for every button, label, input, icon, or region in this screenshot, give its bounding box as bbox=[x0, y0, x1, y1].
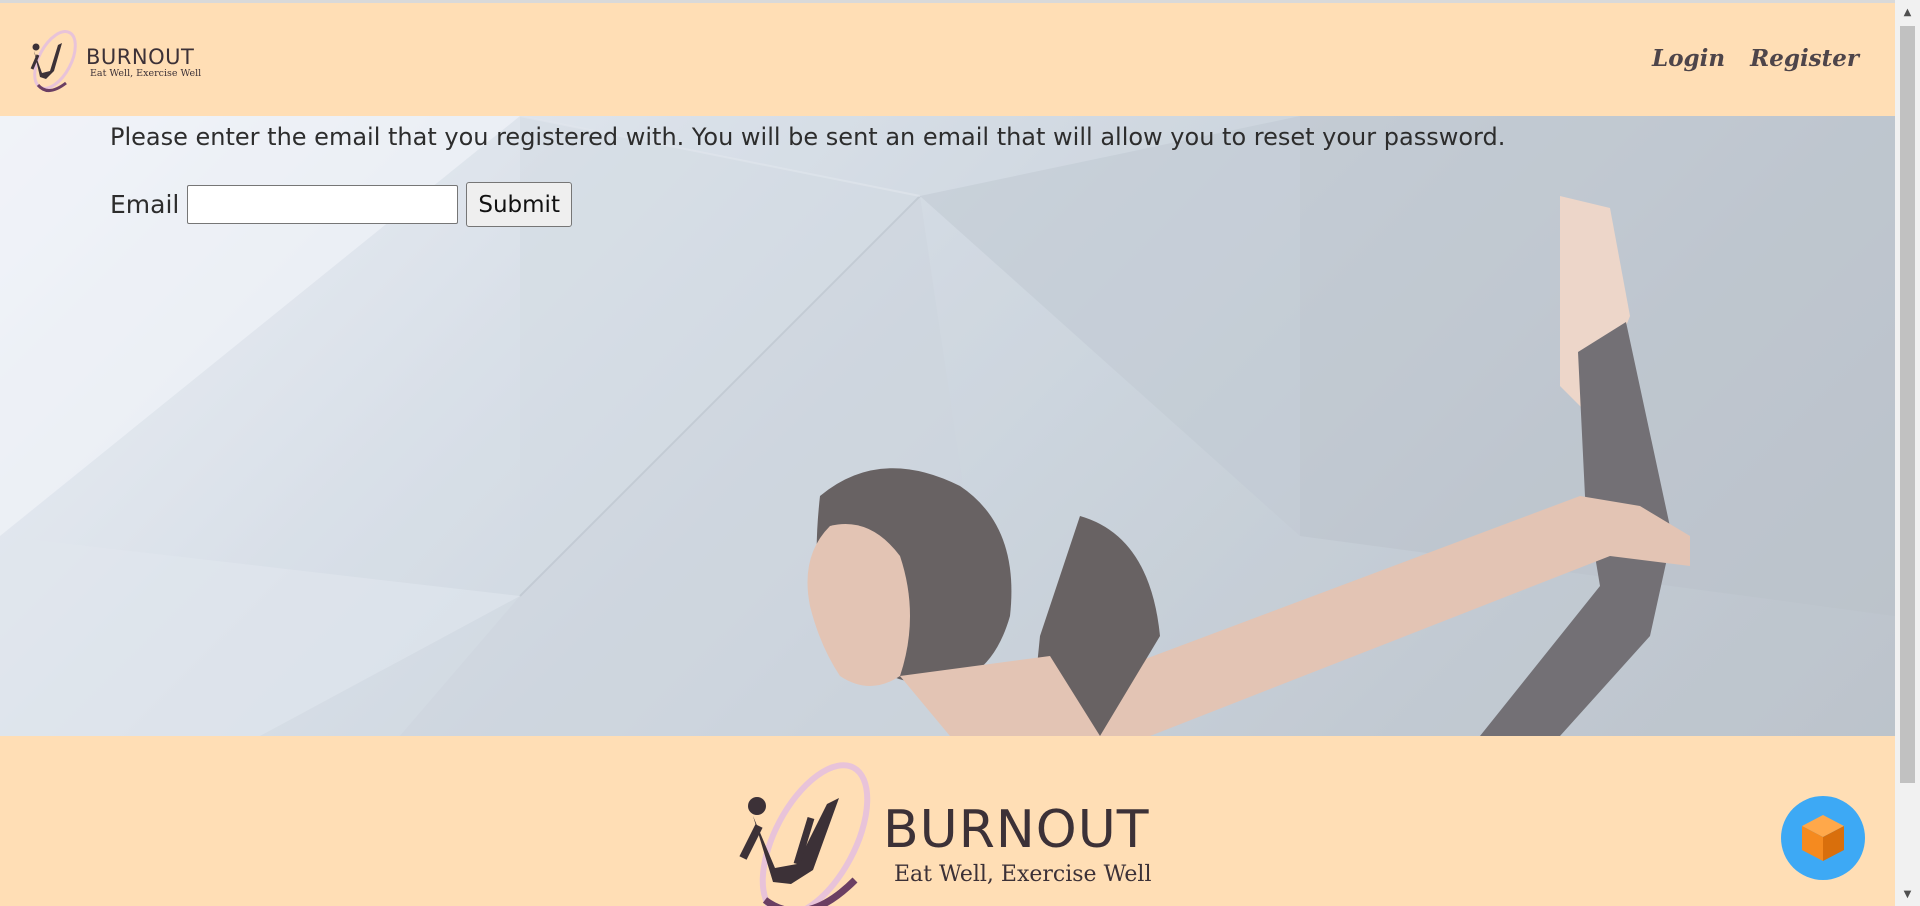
footer-tagline: Eat Well, Exercise Well bbox=[894, 862, 1152, 887]
scroll-down-arrow-icon[interactable]: ▼ bbox=[1895, 882, 1920, 906]
footer-brand-name: BURNOUT bbox=[883, 800, 1150, 860]
footer-logo: BURNOUT Eat Well, Exercise Well bbox=[735, 760, 1175, 906]
site-footer: BURNOUT Eat Well, Exercise Well bbox=[0, 736, 1895, 906]
email-label: Email bbox=[110, 190, 180, 219]
reset-password-form-area: Please enter the email that you register… bbox=[110, 123, 1810, 227]
yoga-logo-icon bbox=[739, 762, 871, 906]
scroll-up-arrow-icon[interactable]: ▲ bbox=[1895, 0, 1920, 24]
email-field[interactable] bbox=[187, 185, 459, 224]
scrollbar-thumb[interactable] bbox=[1900, 26, 1915, 783]
reset-instructions: Please enter the email that you register… bbox=[110, 123, 1506, 151]
yoga-logo-icon bbox=[30, 30, 77, 92]
header-brand-name: BURNOUT bbox=[86, 45, 195, 69]
header-nav: Login Register bbox=[1652, 45, 1859, 72]
page: BURNOUT Eat Well, Exercise Well Login Re… bbox=[0, 0, 1895, 906]
site-header: BURNOUT Eat Well, Exercise Well Login Re… bbox=[0, 3, 1895, 116]
submit-button[interactable]: Submit bbox=[466, 182, 572, 227]
reset-password-form: Email Submit bbox=[110, 182, 572, 227]
register-link[interactable]: Register bbox=[1750, 45, 1859, 72]
vertical-scrollbar[interactable]: ▲ ▼ bbox=[1895, 0, 1920, 906]
header-tagline: Eat Well, Exercise Well bbox=[90, 68, 202, 79]
chat-widget-button[interactable] bbox=[1781, 796, 1865, 880]
cube-icon bbox=[1802, 815, 1844, 861]
header-logo[interactable]: BURNOUT Eat Well, Exercise Well bbox=[28, 27, 202, 97]
login-link[interactable]: Login bbox=[1652, 45, 1725, 72]
